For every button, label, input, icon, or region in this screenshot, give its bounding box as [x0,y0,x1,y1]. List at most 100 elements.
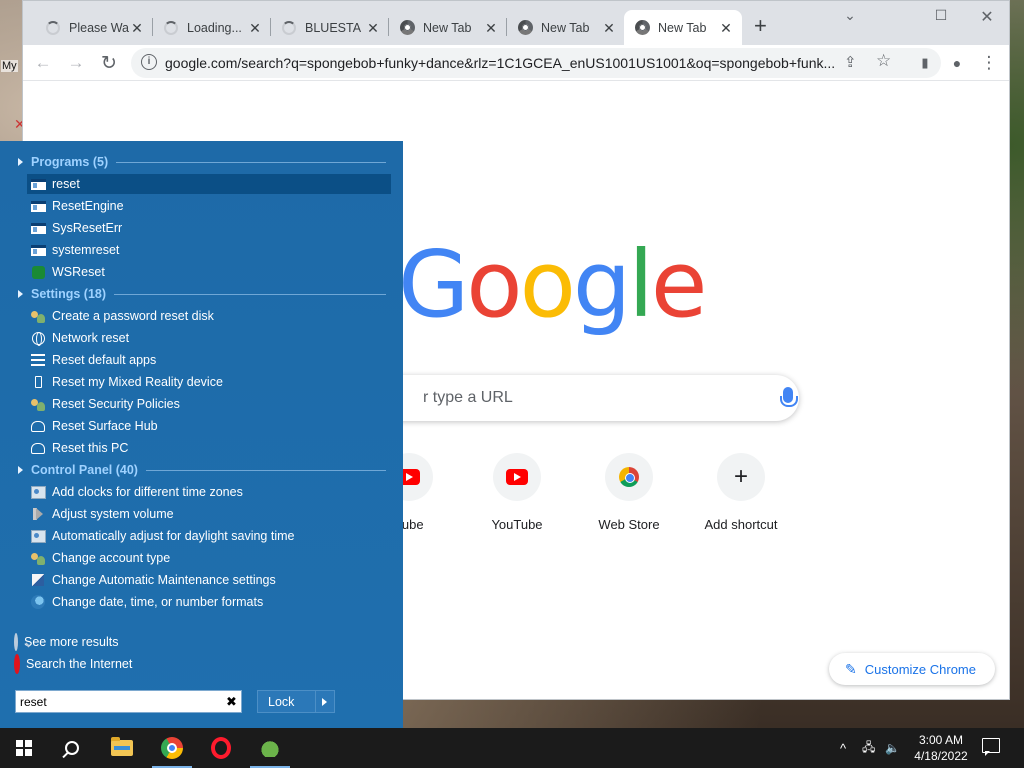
wsreset-icon [30,265,46,279]
tab-new-tab-2[interactable]: New Tab ✕ [507,10,625,45]
result-resetengine[interactable]: ResetEngine [27,196,391,216]
result-systemreset[interactable]: systemreset [27,240,391,260]
shortcut-web-store[interactable]: Web Store [573,453,685,532]
result-change-account-type[interactable]: Change account type [27,548,391,568]
pencil-icon: ✎ [845,660,857,677]
surface-hub-icon [30,419,46,433]
tab-title: BLUESTA [305,20,362,35]
surface-hub-icon [30,441,46,455]
result-label: Reset default apps [52,353,157,367]
address-bar[interactable]: i google.com/search?q=spongebob+funky+da… [131,48,941,78]
site-info-icon[interactable]: i [141,54,157,70]
tab-please-wait[interactable]: Please Wa ✕ [35,10,153,45]
result-reset-default-apps[interactable]: Reset default apps [27,350,391,370]
group-header-programs[interactable]: Programs (5) [18,154,386,170]
group-header-control-panel[interactable]: Control Panel (40) [18,462,386,478]
opera-icon [211,737,231,759]
bookmark-star-icon[interactable]: ☆ [876,51,891,71]
taskbar-clock[interactable]: 3:00 AM 4/18/2022 [906,732,976,764]
clear-search-icon[interactable]: ✖ [226,694,237,710]
show-hidden-icons-chevron[interactable]: ^ [840,728,846,768]
start-search-box[interactable]: ✖ [15,690,242,713]
maximize-button[interactable]: ☐ [918,7,964,27]
lock-label: Lock [268,695,295,709]
google-logo-letter: G [398,231,469,338]
tab-close-icon[interactable]: ✕ [601,20,617,36]
desktop-icon-label[interactable]: My [1,60,18,72]
result-daylight-saving[interactable]: Automatically adjust for daylight saving… [27,526,391,546]
bluestacks-icon [259,739,281,757]
result-reset[interactable]: reset [27,174,391,194]
program-icon [30,199,46,213]
result-reset-this-pc[interactable]: Reset this PC [27,438,391,458]
shortcut-add[interactable]: + Add shortcut [685,453,797,532]
new-tab-button[interactable]: + [754,15,774,37]
result-label: Add clocks for different time zones [52,485,243,499]
see-more-label: See more results [24,635,119,649]
profile-avatar-icon[interactable]: ● [945,51,969,75]
result-date-time-formats[interactable]: Change date, time, or number formats [27,592,391,612]
shortcut-label: YouTube [491,517,543,532]
share-icon[interactable]: ⇪ [844,53,857,71]
tab-new-tab-1[interactable]: New Tab ✕ [389,10,507,45]
start-button[interactable] [0,728,48,768]
forward-button[interactable]: → [64,51,88,75]
chrome-menu-icon[interactable]: ⋮ [977,51,1001,75]
network-icon[interactable]: 🖧 [862,728,875,768]
result-automatic-maintenance[interactable]: Change Automatic Maintenance settings [27,570,391,590]
volume-icon[interactable]: 🔈 [885,728,900,768]
start-search-input[interactable] [20,694,210,710]
taskbar-search-button[interactable] [48,728,96,768]
result-adjust-volume[interactable]: Adjust system volume [27,504,391,524]
search-placeholder: r type a URL [423,389,513,406]
notification-center-icon[interactable] [982,738,1000,756]
result-reset-surface-hub[interactable]: Reset Surface Hub [27,416,391,436]
result-network-reset[interactable]: Network reset [27,328,391,348]
side-panel-icon[interactable]: ▮ [913,51,937,75]
power-options-arrow-icon[interactable] [322,698,327,706]
tab-close-icon[interactable]: ✕ [718,20,734,36]
result-label: SysResetErr [52,221,123,235]
browser-toolbar: ← → ↻ i google.com/search?q=spongebob+fu… [23,45,1009,81]
taskbar-chrome[interactable] [148,728,196,768]
lock-button[interactable]: Lock [257,690,335,713]
google-logo-letter: g [572,231,631,338]
search-icon [65,741,79,755]
folder-icon [111,737,133,756]
customize-chrome-button[interactable]: ✎ Customize Chrome [829,653,995,685]
tab-close-icon[interactable]: ✕ [483,20,499,36]
taskbar-bluestacks[interactable] [246,728,294,768]
result-reset-security-policies[interactable]: Reset Security Policies [27,394,391,414]
result-password-reset-disk[interactable]: Create a password reset disk [27,306,391,326]
url-text[interactable]: google.com/search?q=spongebob+funky+danc… [165,55,835,71]
group-header-settings[interactable]: Settings (18) [18,286,386,302]
flag-icon [30,573,46,587]
result-reset-mixed-reality[interactable]: Reset my Mixed Reality device [27,372,391,392]
search-internet-link[interactable]: Search the Internet [14,654,132,674]
clock-date: 4/18/2022 [914,749,968,763]
taskbar-file-explorer[interactable] [98,728,146,768]
reload-button[interactable]: ↻ [97,51,121,75]
tab-new-tab-active[interactable]: New Tab ✕ [624,10,742,45]
minimize-button[interactable]: ⌄ [827,7,873,27]
tab-close-icon[interactable]: ✕ [365,20,381,36]
tab-loading[interactable]: Loading... ✕ [153,10,271,45]
tab-close-icon[interactable]: ✕ [247,20,263,36]
control-panel-icon [30,485,46,499]
group-title: Control Panel (40) [31,463,138,477]
back-button[interactable]: ← [31,51,55,75]
see-more-results-link[interactable]: See more results [14,633,118,651]
microphone-icon[interactable] [780,387,798,407]
result-label: ResetEngine [52,199,124,213]
taskbar-opera[interactable] [197,728,245,768]
result-add-clocks[interactable]: Add clocks for different time zones [27,482,391,502]
tab-bluestacks[interactable]: BLUESTA ✕ [271,10,389,45]
chrome-icon [399,20,415,36]
web-store-icon [605,453,653,501]
shortcut-youtube[interactable]: YouTube [461,453,573,532]
result-wsreset[interactable]: WSReset [27,262,391,282]
tab-close-icon[interactable]: ✕ [129,20,145,36]
close-window-button[interactable]: ✕ [964,7,1010,27]
result-sysreseterr[interactable]: SysResetErr [27,218,391,238]
result-label: Create a password reset disk [52,309,214,323]
